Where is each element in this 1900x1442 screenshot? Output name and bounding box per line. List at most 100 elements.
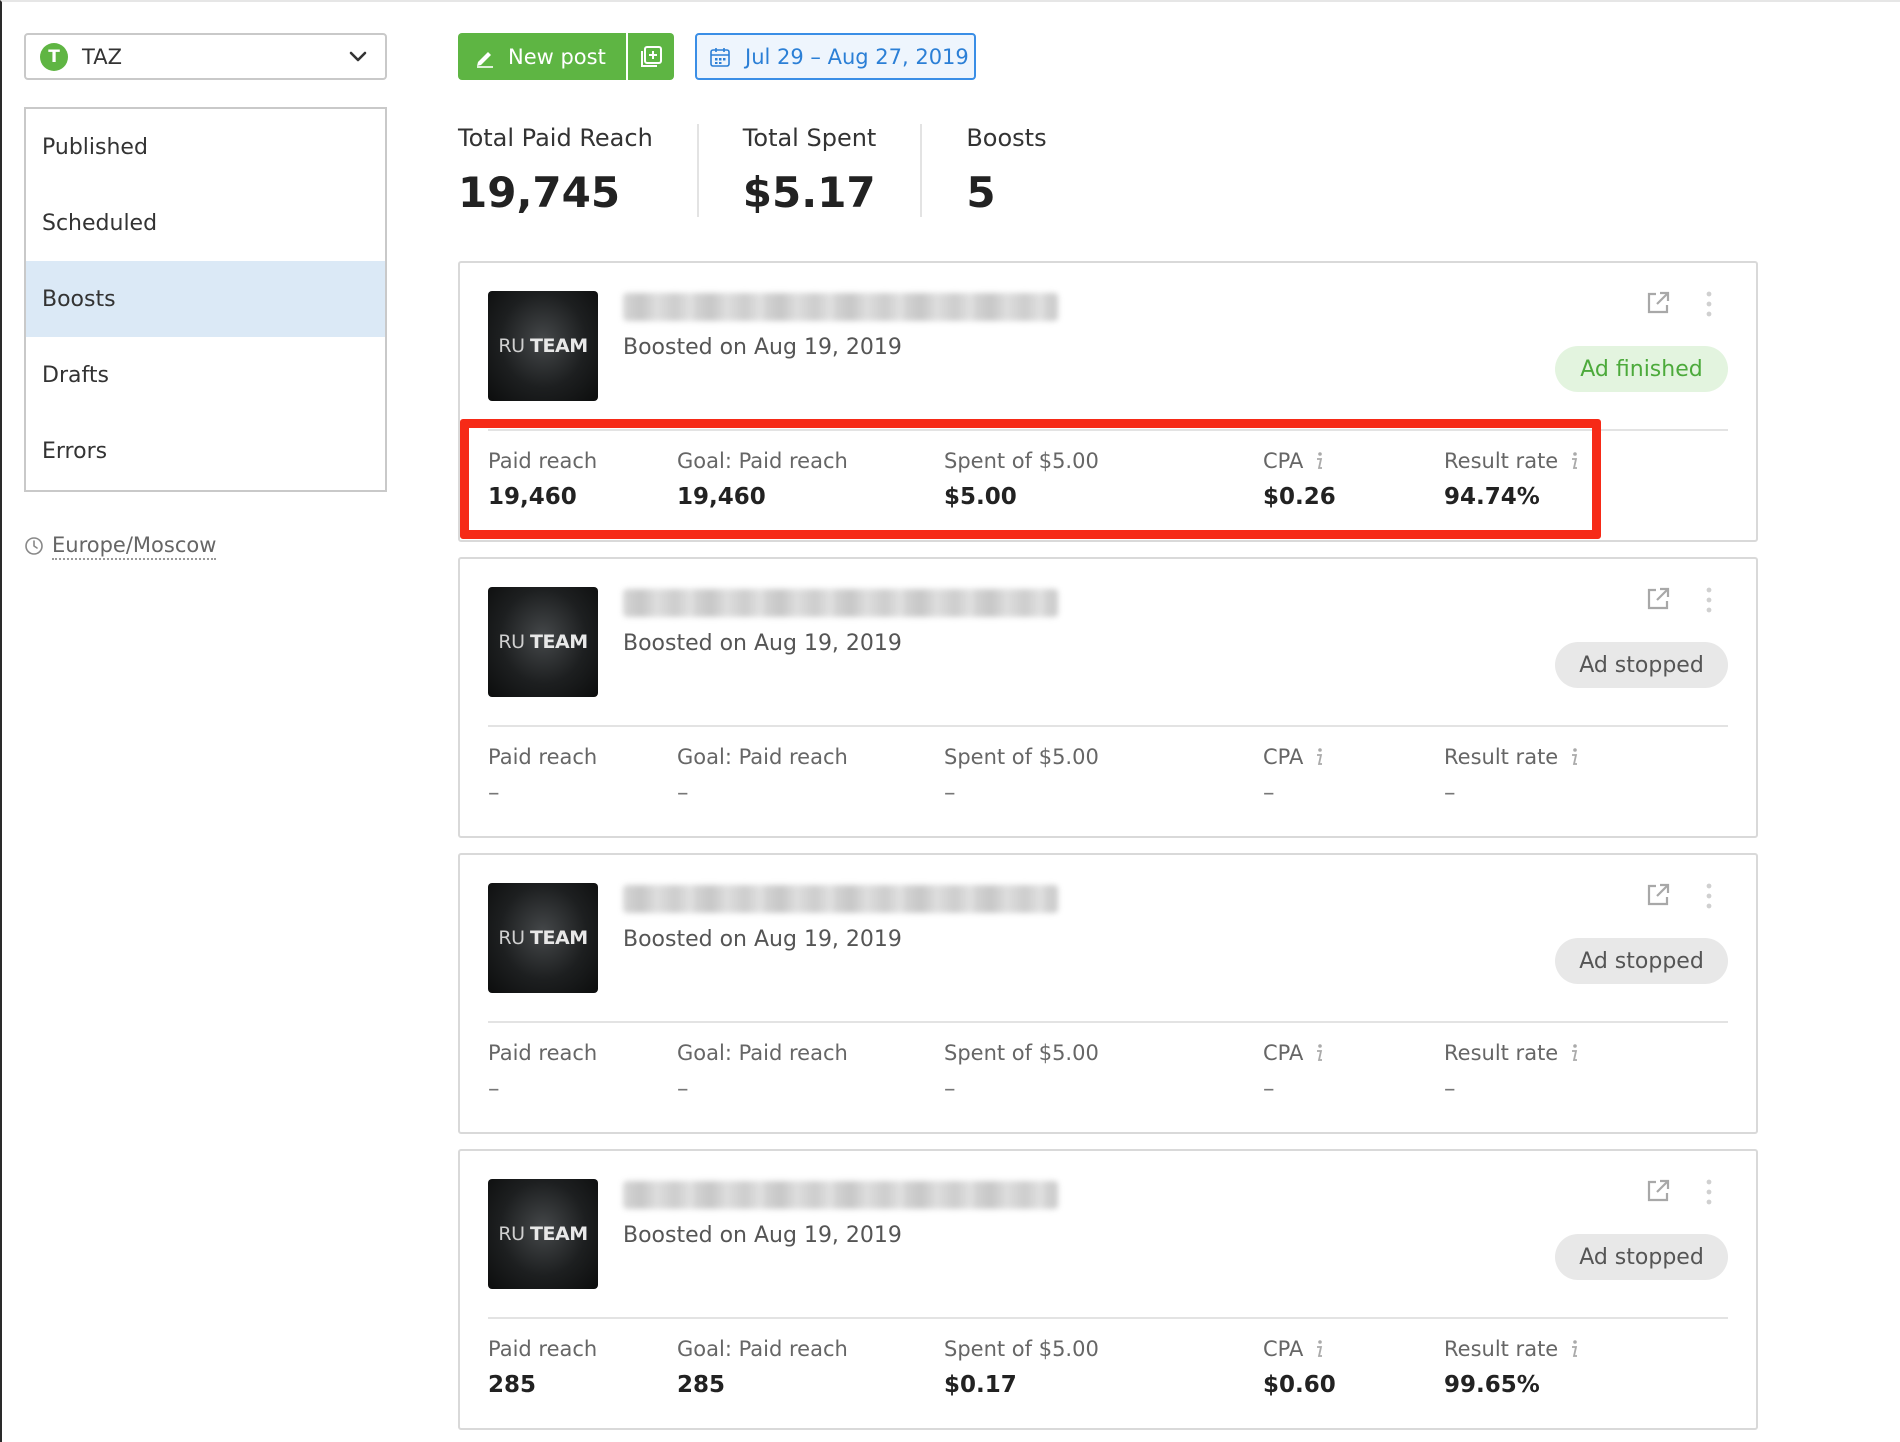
summary-total-paid-reach: Total Paid Reach 19,745	[458, 124, 697, 217]
sidebar-item-published[interactable]: Published	[26, 109, 385, 185]
metric-value: $0.60	[1263, 1372, 1336, 1398]
metric-value: –	[944, 780, 956, 806]
info-icon[interactable]	[1311, 451, 1327, 471]
clock-icon	[25, 537, 43, 555]
summary-label: Boosts	[966, 124, 1047, 152]
post-title-blurred	[623, 1181, 1058, 1209]
metric-value: –	[944, 1076, 956, 1102]
metric-label: Result rate	[1444, 1334, 1582, 1364]
post-thumbnail: RU TEAM	[488, 883, 598, 993]
new-post-options-button[interactable]	[626, 33, 674, 80]
more-options-icon[interactable]	[1704, 881, 1714, 911]
metric-result-rate: Result rate 99.65%	[1444, 1334, 1582, 1402]
calendar-icon	[710, 47, 730, 67]
external-link-icon[interactable]	[1643, 584, 1673, 614]
metric-cpa: CPA –	[1263, 742, 1327, 810]
metric-value: –	[1444, 1076, 1456, 1102]
status-badge: Ad stopped	[1555, 642, 1728, 688]
metric-paid-reach: Paid reach 285	[488, 1334, 597, 1402]
project-name: TAZ	[82, 44, 122, 69]
metric-value: 99.65%	[1444, 1372, 1540, 1398]
post-title-blurred	[623, 885, 1058, 913]
metric-label: Result rate	[1444, 742, 1582, 772]
boosted-date: Boosted on Aug 19, 2019	[623, 1223, 902, 1248]
metric-label: Paid reach	[488, 745, 598, 769]
info-icon[interactable]	[1311, 747, 1327, 767]
metric-value: 19,460	[677, 484, 766, 510]
boost-list: RU TEAM Boosted on Aug 19, 2019 Ad finis…	[458, 261, 1758, 1442]
metric-value: $0.26	[1263, 484, 1336, 510]
metric-value: 94.74%	[1444, 484, 1540, 510]
sidebar-item-drafts[interactable]: Drafts	[26, 337, 385, 413]
sidebar-nav: Published Scheduled Boosts Drafts Errors	[24, 107, 387, 492]
date-range-picker[interactable]: Jul 29 – Aug 27, 2019	[695, 33, 976, 80]
info-icon[interactable]	[1566, 747, 1582, 767]
info-icon[interactable]	[1566, 1043, 1582, 1063]
boosted-date: Boosted on Aug 19, 2019	[623, 335, 902, 360]
status-badge: Ad stopped	[1555, 1234, 1728, 1280]
boost-card: RU TEAM Boosted on Aug 19, 2019 Ad stopp…	[458, 1149, 1758, 1430]
project-selector[interactable]: T TAZ	[24, 33, 387, 80]
metric-label: Spent of $5.00	[944, 745, 1099, 769]
sidebar-item-errors[interactable]: Errors	[26, 413, 385, 489]
new-post-button[interactable]: New post	[458, 33, 626, 80]
metric-label: Spent of $5.00	[944, 1337, 1099, 1361]
metric-label: Goal: Paid reach	[677, 1041, 848, 1065]
new-post-label: New post	[508, 44, 606, 69]
boosts-summary: Total Paid Reach 19,745 Total Spent $5.1…	[458, 124, 1091, 217]
metric-label: Goal: Paid reach	[677, 1337, 848, 1361]
metric-label: Goal: Paid reach	[677, 745, 848, 769]
metric-cpa: CPA $0.60	[1263, 1334, 1336, 1402]
metric-value: –	[1263, 1076, 1275, 1102]
more-options-icon[interactable]	[1704, 289, 1714, 319]
metric-spent: Spent of $5.00 –	[944, 1038, 1099, 1106]
metric-spent: Spent of $5.00 $0.17	[944, 1334, 1099, 1402]
metric-label: Paid reach	[488, 449, 598, 473]
pencil-icon	[477, 51, 493, 68]
sidebar-item-scheduled[interactable]: Scheduled	[26, 185, 385, 261]
metric-label: Paid reach	[488, 1041, 598, 1065]
metric-label: Result rate	[1444, 446, 1582, 476]
summary-value: 19,745	[458, 168, 621, 217]
metric-label: CPA	[1263, 1038, 1327, 1068]
boost-card: RU TEAM Boosted on Aug 19, 2019 Ad stopp…	[458, 557, 1758, 838]
external-link-icon[interactable]	[1643, 880, 1673, 910]
metric-goal: Goal: Paid reach 285	[677, 1334, 848, 1402]
more-options-icon[interactable]	[1704, 1177, 1714, 1207]
chevron-down-icon	[349, 51, 367, 62]
metric-result-rate: Result rate –	[1444, 1038, 1582, 1106]
post-title-blurred	[623, 589, 1058, 617]
external-link-icon[interactable]	[1643, 1176, 1673, 1206]
info-icon[interactable]	[1311, 1339, 1327, 1359]
metric-result-rate: Result rate 94.74%	[1444, 446, 1582, 514]
metric-value: –	[677, 1076, 689, 1102]
metric-cpa: CPA $0.26	[1263, 446, 1336, 514]
thumbnail-logo: RU TEAM	[498, 927, 588, 949]
metric-label: CPA	[1263, 446, 1336, 476]
summary-value: 5	[966, 168, 996, 217]
summary-boosts: Boosts 5	[920, 124, 1090, 217]
metric-label: Result rate	[1444, 1038, 1582, 1068]
sidebar-item-boosts[interactable]: Boosts	[26, 261, 385, 337]
boosts-page: T TAZ Published Scheduled Boosts Drafts …	[0, 0, 1900, 1442]
summary-total-spent: Total Spent $5.17	[696, 124, 921, 217]
more-options-icon[interactable]	[1704, 585, 1714, 615]
card-divider	[488, 429, 1728, 431]
metric-value: –	[488, 1076, 500, 1102]
post-title-blurred	[623, 293, 1058, 321]
thumbnail-logo: RU TEAM	[498, 631, 588, 653]
info-icon[interactable]	[1566, 1339, 1582, 1359]
add-copy-icon	[641, 45, 662, 67]
metric-value: –	[488, 780, 500, 806]
metric-label: Goal: Paid reach	[677, 449, 848, 473]
info-icon[interactable]	[1311, 1043, 1327, 1063]
card-divider	[488, 725, 1728, 727]
metric-value: 285	[677, 1372, 726, 1398]
thumbnail-logo: RU TEAM	[498, 335, 588, 357]
timezone-link[interactable]: Europe/Moscow	[52, 532, 217, 560]
external-link-icon[interactable]	[1643, 288, 1673, 318]
info-icon[interactable]	[1566, 451, 1582, 471]
card-divider	[488, 1021, 1728, 1023]
boost-card: RU TEAM Boosted on Aug 19, 2019 Ad finis…	[458, 261, 1758, 542]
metric-spent: Spent of $5.00 $5.00	[944, 446, 1099, 514]
